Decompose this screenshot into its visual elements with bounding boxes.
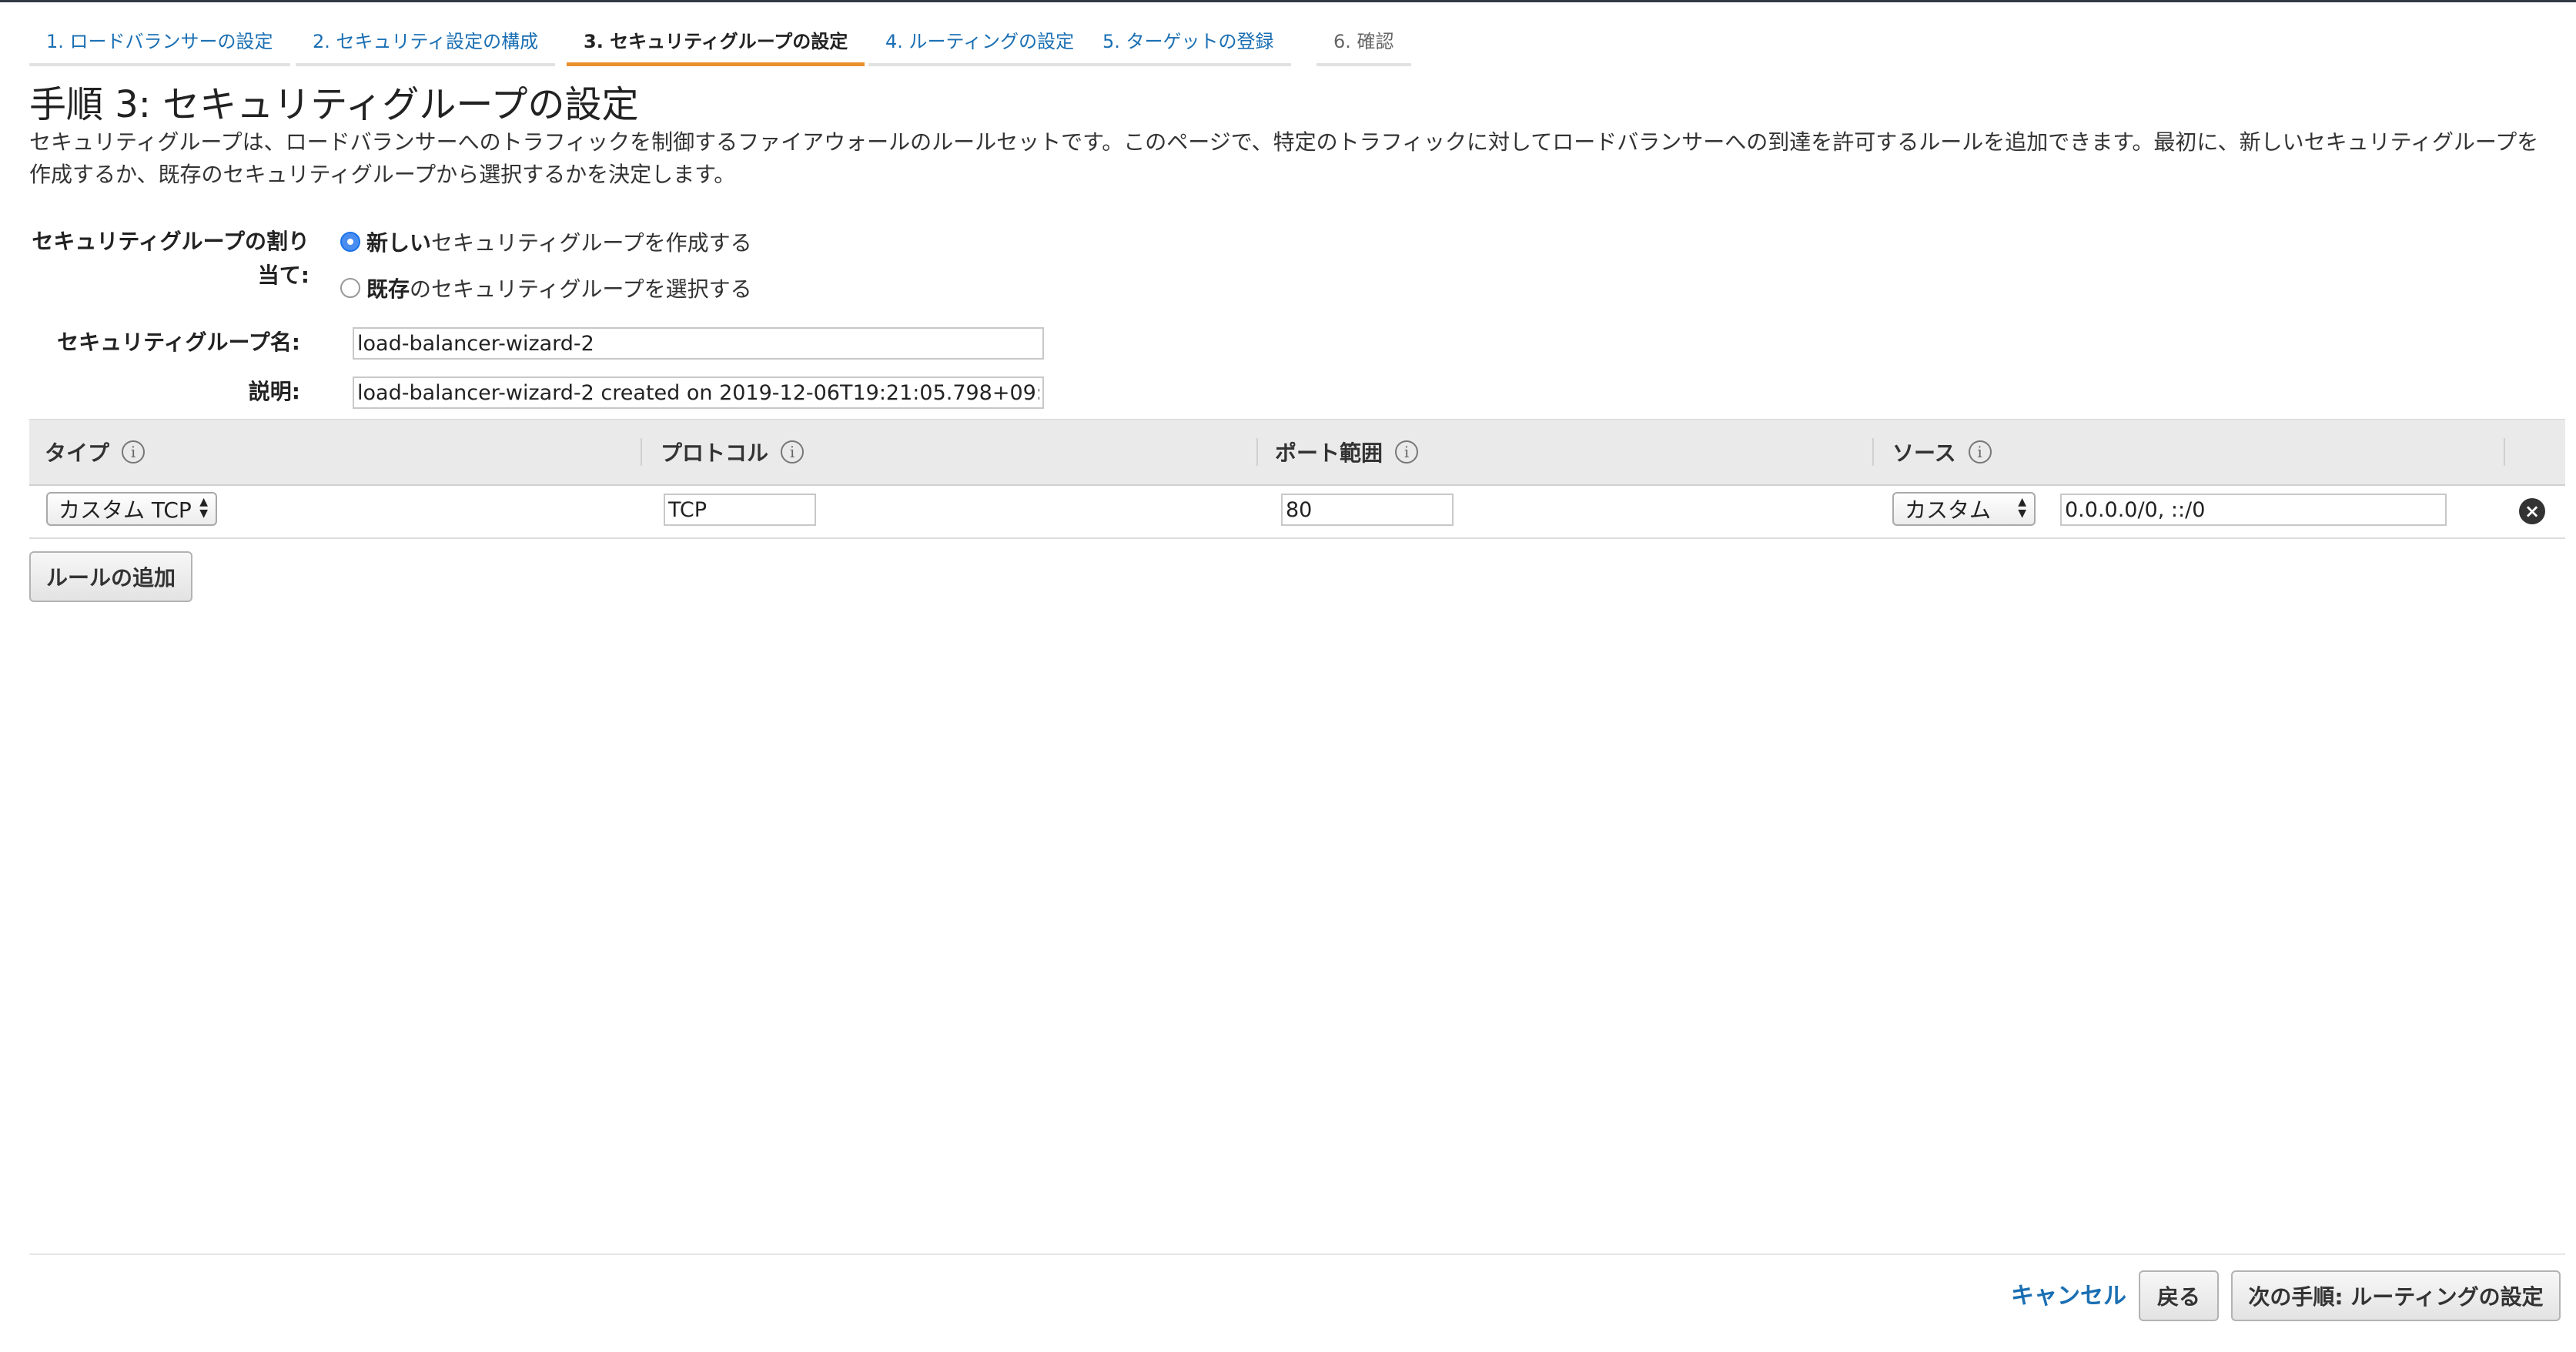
column-divider [2504, 438, 2505, 466]
option-new-security-group[interactable]: 新しい セキュリティグループを作成する [340, 225, 752, 259]
source-column-header: ソース i [1892, 420, 1992, 484]
assign-label-line1: セキュリティグループの割り [32, 229, 309, 254]
footer-divider [29, 1253, 2565, 1255]
updown-arrows-icon: ▲ ▼ [2018, 496, 2026, 520]
source-type-select[interactable]: カスタム ▲ ▼ [1892, 492, 2036, 526]
port-range-header-label: ポート範囲 [1275, 440, 1383, 466]
add-rule-button[interactable]: ルールの追加 [29, 551, 192, 602]
description-input[interactable] [353, 376, 1044, 409]
option-new-bold: 新しい [366, 230, 432, 256]
assign-label-line2: 当て: [257, 263, 309, 288]
info-icon[interactable]: i [1968, 440, 1992, 463]
close-circle-icon[interactable]: × [2519, 498, 2545, 524]
rule-type-value: カスタム TCP [59, 497, 192, 523]
source-header-label: ソース [1892, 440, 1956, 466]
step-2-security-settings[interactable]: 2. セキュリティ設定の構成 [296, 23, 556, 66]
port-range-column-header: ポート範囲 i [1275, 420, 1419, 484]
page-description: セキュリティグループは、ロードバランサーへのトラフィックを制御するファイアウォー… [29, 129, 2539, 187]
option-existing-security-group[interactable]: 既存 のセキュリティグループを選択する [340, 271, 752, 305]
protocol-input[interactable] [664, 494, 816, 526]
source-type-value: カスタム [1905, 497, 1992, 523]
step-5-register-targets[interactable]: 5. ターゲットの登録 [1086, 23, 1291, 66]
column-divider[interactable] [1872, 438, 1874, 466]
radio-existing-icon[interactable] [340, 278, 360, 298]
updown-arrows-icon: ▲ ▼ [199, 496, 208, 520]
description-label: 説明: [248, 379, 300, 404]
protocol-column-header: プロトコル i [661, 420, 805, 484]
rule-type-select[interactable]: カスタム TCP ▲ ▼ [46, 492, 217, 526]
security-group-name-input[interactable] [353, 327, 1044, 360]
column-divider[interactable] [1256, 438, 1258, 466]
source-cidr-input[interactable] [2060, 494, 2447, 526]
type-column-header: タイプ i [45, 420, 146, 484]
radio-new-selected-icon[interactable] [340, 232, 360, 252]
assign-security-group-label: セキュリティグループの割り 当て: [29, 225, 309, 293]
info-icon[interactable]: i [781, 440, 805, 463]
column-divider[interactable] [641, 438, 642, 466]
type-header-label: タイプ [45, 440, 110, 466]
step-3-security-groups[interactable]: 3. セキュリティグループの設定 [567, 23, 865, 66]
next-step-button[interactable]: 次の手順: ルーティングの設定 [2231, 1270, 2561, 1321]
rules-table-header: タイプ i プロトコル i ポート範囲 i ソース i [29, 419, 2565, 486]
option-existing-rest: のセキュリティグループを選択する [410, 276, 752, 302]
info-icon[interactable]: i [122, 440, 146, 463]
option-existing-bold: 既存 [366, 276, 410, 302]
cancel-button[interactable]: キャンセル [2011, 1280, 2126, 1314]
page-title: 手順 3: セキュリティグループの設定 [29, 83, 639, 126]
security-group-name-label: セキュリティグループ名: [57, 330, 300, 355]
back-button[interactable]: 戻る [2139, 1270, 2219, 1321]
top-border [0, 0, 2576, 2]
step-1-load-balancer[interactable]: 1. ロードバランサーの設定 [29, 23, 290, 66]
info-icon[interactable]: i [1395, 440, 1419, 463]
option-new-rest: セキュリティグループを作成する [431, 230, 752, 256]
protocol-header-label: プロトコル [661, 440, 769, 466]
step-4-routing[interactable]: 4. ルーティングの設定 [868, 23, 1092, 66]
step-6-review: 6. 確認 [1316, 23, 1411, 66]
port-range-input[interactable] [1281, 494, 1454, 526]
